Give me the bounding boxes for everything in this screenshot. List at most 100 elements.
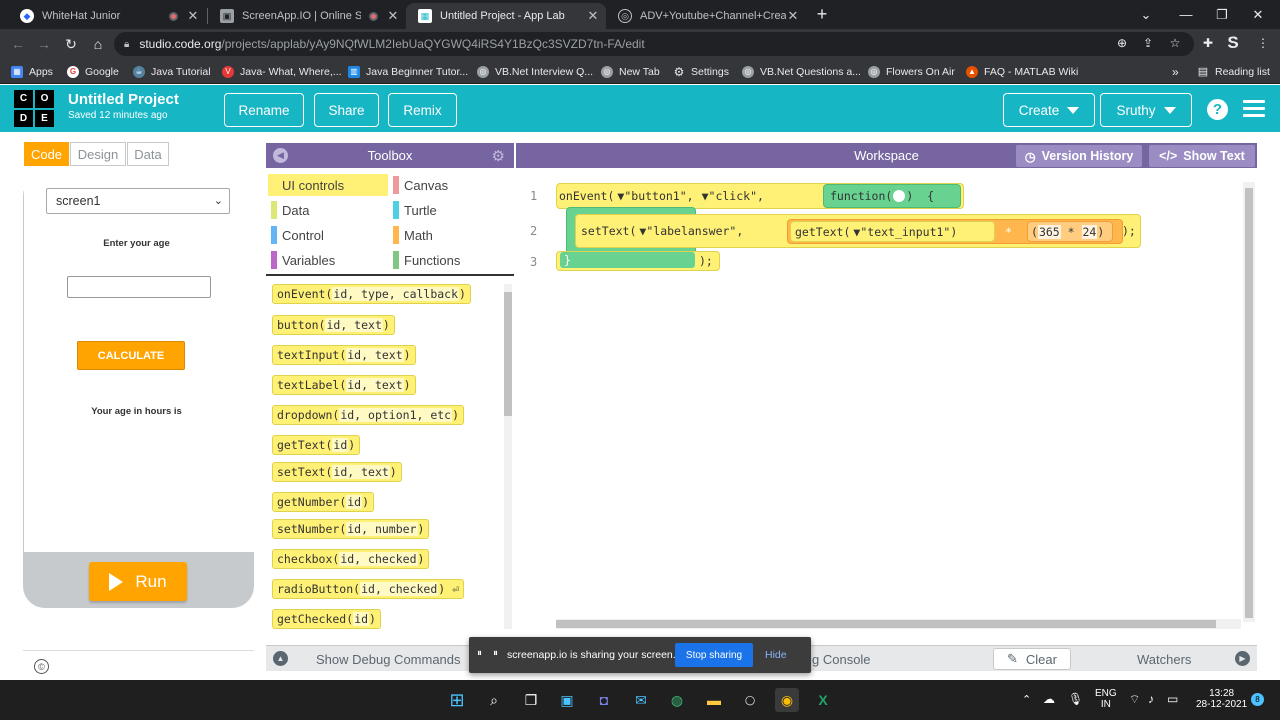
rename-button[interactable]: Rename [224,93,304,127]
excel-icon[interactable]: X [811,688,835,712]
drag-handle-icon[interactable]: ⏸ [477,648,482,659]
bookmark-matlab[interactable]: ▲ FAQ - MATLAB Wiki [966,63,1078,80]
code-string-arg[interactable]: "button1" [624,189,686,203]
scrollbar-thumb[interactable] [1245,188,1253,618]
tray-overflow-icon[interactable]: ⌃ [1022,693,1031,706]
browser-tab-applab[interactable]: ▦ Untitled Project - App Lab ✕ [406,3,606,29]
dropdown-arrow-icon[interactable]: ▼ [617,189,624,203]
debug-console-label[interactable]: g Console [812,652,871,667]
run-button[interactable]: Run [89,562,187,601]
gear-icon[interactable]: ⚙︎ [492,147,505,165]
category-turtle[interactable]: Turtle [390,199,510,221]
category-variables[interactable]: Variables [268,249,388,271]
block-button[interactable]: button(id, text) [272,315,395,335]
notification-badge[interactable]: 8 [1251,693,1264,706]
collapse-toolbox-icon[interactable]: ◀ [273,148,288,163]
create-dropdown[interactable]: Create [1003,93,1095,127]
stop-sharing-button[interactable]: Stop sharing [675,643,753,667]
hide-share-banner-button[interactable]: Hide [765,649,787,661]
bookmark-java-tutorial[interactable]: ☕︎ Java Tutorial [133,63,211,80]
dropdown-arrow-icon[interactable]: ▼ [639,224,646,238]
code-block-inner-multiply[interactable]: (365 * 24) [1027,221,1113,242]
mode-tab-code[interactable]: Code [24,142,69,166]
block-dropdown[interactable]: dropdown(id, option1, etc) [272,405,465,425]
edge-browser-icon[interactable]: ◍ [665,688,689,712]
share-button[interactable]: Share [314,93,379,127]
bookmark-star-icon[interactable]: ☆ [1166,34,1184,52]
code-string-arg[interactable]: "labelanswer" [646,224,736,238]
back-arrow-icon[interactable]: ← [8,34,28,54]
close-tab-icon[interactable]: ✕ [786,8,800,24]
block-getnumber[interactable]: getNumber(id) [272,492,375,512]
code-block-function[interactable]: function() { [823,184,961,208]
block-onevent[interactable]: onEvent(id, type, callback) [272,284,471,304]
bookmark-vbnet-interview[interactable]: ◎ VB.Net Interview Q... [477,63,593,80]
toolbox-scrollbar[interactable] [504,284,512,629]
share-page-icon[interactable]: ⇪ [1139,34,1157,52]
category-math[interactable]: Math [390,224,510,246]
code-string-arg[interactable]: "text_input1" [860,225,950,239]
code-number[interactable]: 365 [1037,224,1061,239]
task-view-icon[interactable]: ❐ [519,688,543,712]
close-tab-icon[interactable]: ✕ [386,8,400,24]
browser-tab-adv[interactable]: ◎ ADV+Youtube+Channel+Creatio ✕ [606,3,806,29]
more-bookmarks-icon[interactable]: » [1172,63,1179,80]
hamburger-menu-icon[interactable] [1243,100,1265,118]
mail-icon[interactable]: ✉︎ [629,688,653,712]
block-settext[interactable]: setText(id, text) [272,462,402,482]
extensions-puzzle-icon[interactable]: ✚ [1199,34,1217,52]
search-icon[interactable]: ⌕ [482,688,506,712]
show-text-button[interactable]: </> Show Text [1149,145,1255,167]
code-org-logo[interactable]: C O D E [14,90,54,127]
file-explorer-icon[interactable]: ▬ [702,688,726,712]
copyright-icon[interactable]: © [34,659,49,674]
wifi-icon[interactable]: ⌔ [1129,692,1140,707]
microphone-icon[interactable]: 🎙︎ [1068,692,1083,706]
expand-debug-icon[interactable]: ▲ [273,651,288,666]
param-slot[interactable] [893,190,906,202]
close-tab-icon[interactable]: ✕ [586,8,600,24]
address-bar[interactable]: 🔒︎ studio.code.org/projects/applab/yAy9N… [114,32,1194,56]
category-ui-controls[interactable]: UI controls [268,174,388,196]
onedrive-cloud-icon[interactable]: ☁︎ [1043,692,1055,706]
bookmark-flowers-on-air[interactable]: ◎ Flowers On Air [868,63,955,80]
browser-tab-screenapp[interactable]: ▣ ScreenApp.IO | Online Screen ✕ [208,3,406,29]
bookmark-apps[interactable]: ▦ Apps [11,63,53,80]
clock[interactable]: 13:28 28-12-2021 [1196,688,1247,710]
reload-icon[interactable]: ↻ [61,34,81,54]
reading-list[interactable]: ▤ Reading list [1197,63,1270,80]
profile-avatar[interactable]: S [1224,33,1242,52]
new-tab-button[interactable]: + [802,0,842,29]
mode-tab-data[interactable]: Data [127,142,169,166]
dropdown-arrow-icon[interactable]: ▼ [702,189,709,203]
zoom-icon[interactable]: ⊕ [1113,34,1131,52]
bookmark-java-what[interactable]: V Java- What, Where,... [222,63,342,80]
block-checkbox[interactable]: checkbox(id, checked) [272,549,430,569]
battery-icon[interactable]: ▭ [1167,692,1178,706]
user-dropdown[interactable]: Sruthy [1100,93,1192,127]
category-canvas[interactable]: Canvas [390,174,510,196]
workspace-horizontal-scrollbar[interactable] [556,619,1241,629]
close-window-icon[interactable]: ✕ [1238,0,1278,29]
watchers-label[interactable]: Watchers [1137,652,1191,667]
code-string-arg[interactable]: "click" [709,189,757,203]
block-setnumber[interactable]: setNumber(id, number) [272,519,430,539]
bookmark-vbnet-questions[interactable]: ◎ VB.Net Questions a... [742,63,861,80]
show-debug-commands[interactable]: Show Debug Commands [316,652,461,667]
dell-icon[interactable]: ◯ [738,688,762,712]
forward-arrow-icon[interactable]: → [34,34,54,54]
block-gettext[interactable]: getText(id) [272,435,361,455]
scrollbar-thumb[interactable] [504,292,512,416]
minimize-window-icon[interactable]: — [1166,0,1206,29]
teams-chat-icon[interactable]: ◘ [592,688,616,712]
volume-icon[interactable]: ♪ [1148,692,1154,706]
bookmark-java-beginner[interactable]: ▥ Java Beginner Tutor... [348,63,468,80]
bookmark-settings[interactable]: ⚙︎ Settings [673,63,729,80]
browser-tab-whitehat[interactable]: ◆ WhiteHat Junior ✕ [8,3,206,29]
block-textlabel[interactable]: textLabel(id, text) [272,375,416,395]
workspace-vertical-scrollbar[interactable] [1243,182,1255,622]
help-icon[interactable]: ? [1207,99,1228,120]
language-indicator[interactable]: ENG IN [1095,688,1117,710]
close-tab-icon[interactable]: ✕ [186,8,200,24]
category-control[interactable]: Control [268,224,388,246]
